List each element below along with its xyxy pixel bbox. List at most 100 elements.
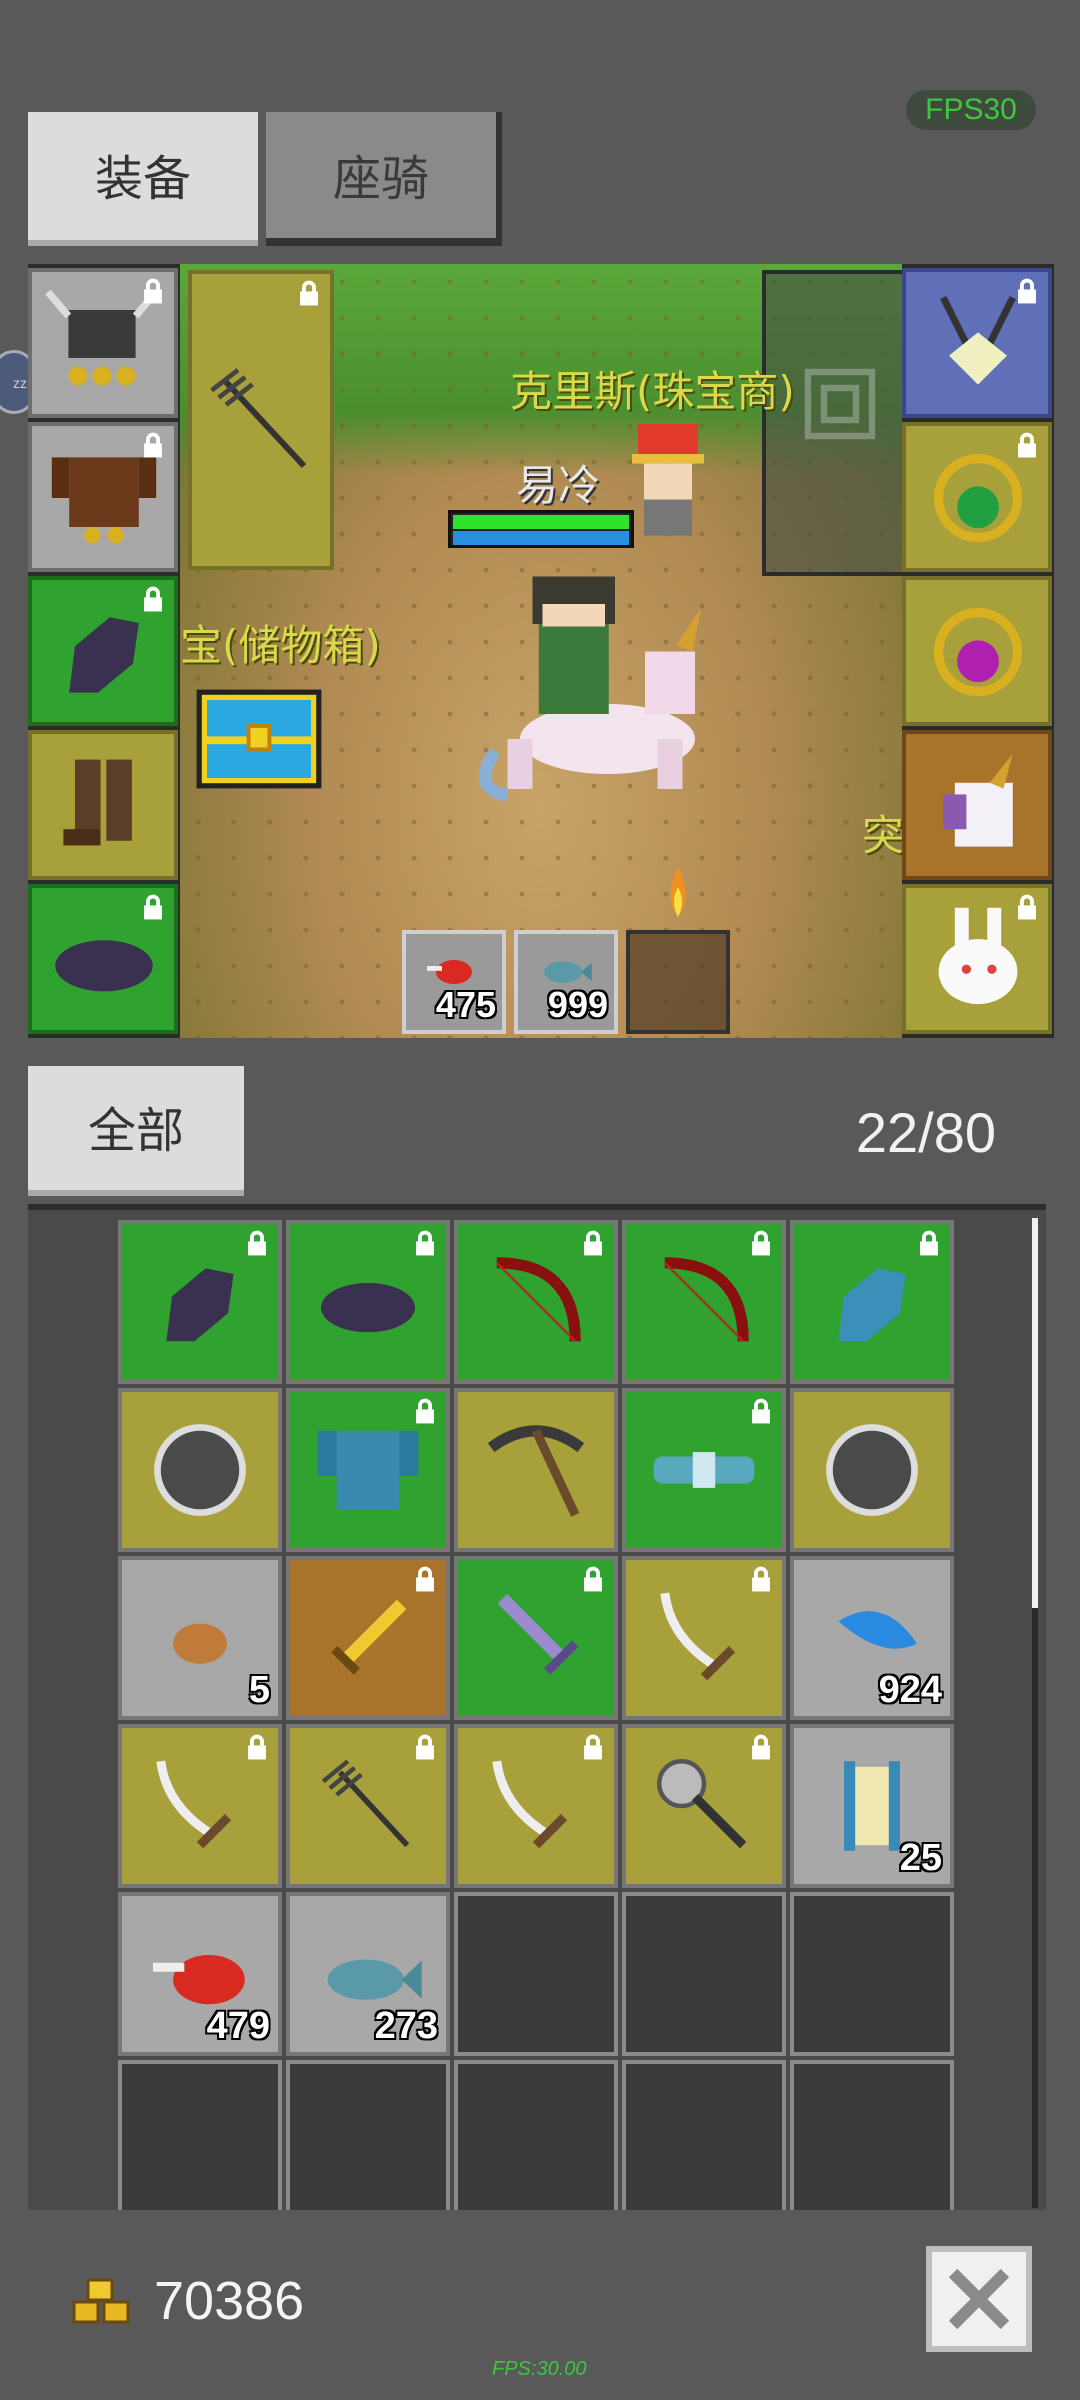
inventory-bag[interactable]: 5 924 25 479 273 [28,1204,1046,2210]
lock-icon [752,1734,770,1760]
lock-icon [752,1566,770,1592]
gold-coins-icon [72,2278,130,2324]
filter-tab-all[interactable]: 全部 [28,1066,244,1196]
equip-slot-headgear[interactable] [28,884,178,1034]
bag-item[interactable]: 5 [118,1556,282,1720]
empty-bag-slot[interactable] [286,2060,450,2210]
lock-icon [416,1230,434,1256]
bag-item[interactable] [454,1220,618,1384]
bag-item[interactable] [622,1556,786,1720]
bag-item[interactable] [790,1388,954,1552]
npc-label[interactable]: 克里斯(珠宝商) [510,358,795,419]
equipment-panel: 克里斯(珠宝商) 易冷 宝(储物箱) 突 475 999 [28,264,1054,1038]
lock-icon [584,1230,602,1256]
equip-slot-amulet[interactable] [902,268,1052,418]
red-bow-icon [496,1257,581,1342]
lock-icon [1018,894,1036,920]
fps-badge: FPS30 [906,90,1036,130]
close-icon [948,2268,1010,2330]
bag-item[interactable] [790,1220,954,1384]
inventory-grid: 5 924 25 479 273 [118,1220,954,2210]
chainmail-icon [317,1430,419,1510]
bag-scrollbar-thumb[interactable] [1032,1218,1038,1608]
trident-icon [210,368,307,469]
player-health-bar [448,510,634,548]
bag-item[interactable] [454,1556,618,1720]
npc-portrait-slot[interactable] [762,270,902,576]
lock-icon [248,1230,266,1256]
equip-slot-pet-1[interactable] [902,730,1052,880]
pickaxe-icon [487,1425,585,1517]
bag-item[interactable]: 25 [790,1724,954,1888]
lock-icon [584,1566,602,1592]
empty-bag-slot[interactable] [454,1892,618,2056]
bag-capacity: 22/80 [855,1101,996,1164]
bag-item[interactable] [286,1220,450,1384]
hp-fill [453,515,629,529]
golden-dagger-icon [331,1599,407,1675]
equip-slot-pet-2[interactable] [902,884,1052,1034]
gauntlet-icon [166,1268,234,1342]
equip-slot-helmet[interactable] [28,268,178,418]
treasure-chest-sprite[interactable] [194,684,324,794]
bag-item[interactable] [286,1724,450,1888]
chest-label[interactable]: 宝(储物箱) [180,612,381,673]
lock-icon [1018,278,1036,304]
edge-label: 突 [862,811,902,860]
close-button[interactable] [926,2246,1032,2352]
quickbar-slot-2[interactable]: 999 [514,930,618,1034]
equip-slot-ring-2[interactable] [902,576,1052,726]
player-character-sprite[interactable] [470,574,720,804]
trident-icon [321,1759,410,1848]
gold-amount: 70386 [154,2271,305,2331]
bag-item[interactable]: 924 [790,1556,954,1720]
quickbar-slot-3[interactable] [626,930,730,1034]
empty-bag-slot[interactable] [790,2060,954,2210]
empty-bag-slot[interactable] [454,2060,618,2210]
bag-item[interactable]: 479 [118,1892,282,2056]
quickbar-slot-1[interactable]: 475 [402,930,506,1034]
equip-slot-armor[interactable] [28,422,178,572]
bag-item[interactable] [118,1724,282,1888]
red-bow-icon [664,1257,749,1342]
npc-frame-icon [804,368,876,440]
lock-icon [144,432,162,458]
bag-item[interactable] [622,1724,786,1888]
bag-item[interactable] [622,1388,786,1552]
game-scene: 克里斯(珠宝商) 易冷 宝(储物箱) 突 475 999 [180,264,902,1038]
bag-item[interactable] [286,1388,450,1552]
empty-bag-slot[interactable] [622,1892,786,2056]
equip-slot-boots[interactable] [28,730,178,880]
item-count: 273 [374,2005,438,2047]
weapon-slot[interactable] [188,270,334,570]
amethyst-ring-icon [933,607,1023,697]
bag-item[interactable]: 273 [286,1892,450,2056]
mace-icon [656,1758,747,1849]
item-count: 479 [206,2005,270,2047]
equip-slot-gloves[interactable] [28,576,178,726]
bag-item[interactable] [454,1388,618,1552]
bag-item[interactable] [286,1556,450,1720]
empty-bag-slot[interactable] [790,1892,954,2056]
lock-icon [248,1734,266,1760]
tab-mount[interactable]: 座骑 [266,112,502,246]
lock-icon [584,1734,602,1760]
lock-icon [144,278,162,304]
tab-equipment[interactable]: 装备 [28,112,258,246]
bag-item[interactable] [454,1724,618,1888]
empty-bag-slot[interactable] [118,2060,282,2210]
lock-icon [1018,432,1036,458]
bag-item[interactable] [118,1220,282,1384]
bag-item[interactable] [118,1388,282,1552]
crystal-sword-icon [497,1594,579,1675]
belt-icon [653,1452,755,1488]
equip-slot-ring-1[interactable] [902,422,1052,572]
lock-icon [752,1398,770,1424]
empty-bag-slot[interactable] [622,2060,786,2210]
item-count: 25 [899,1837,942,1879]
saber-icon [156,1760,232,1849]
bag-item[interactable] [622,1220,786,1384]
bag-scrollbar-track[interactable] [1032,1608,1038,2208]
player-name: 易冷 [516,461,601,510]
lock-icon [416,1566,434,1592]
